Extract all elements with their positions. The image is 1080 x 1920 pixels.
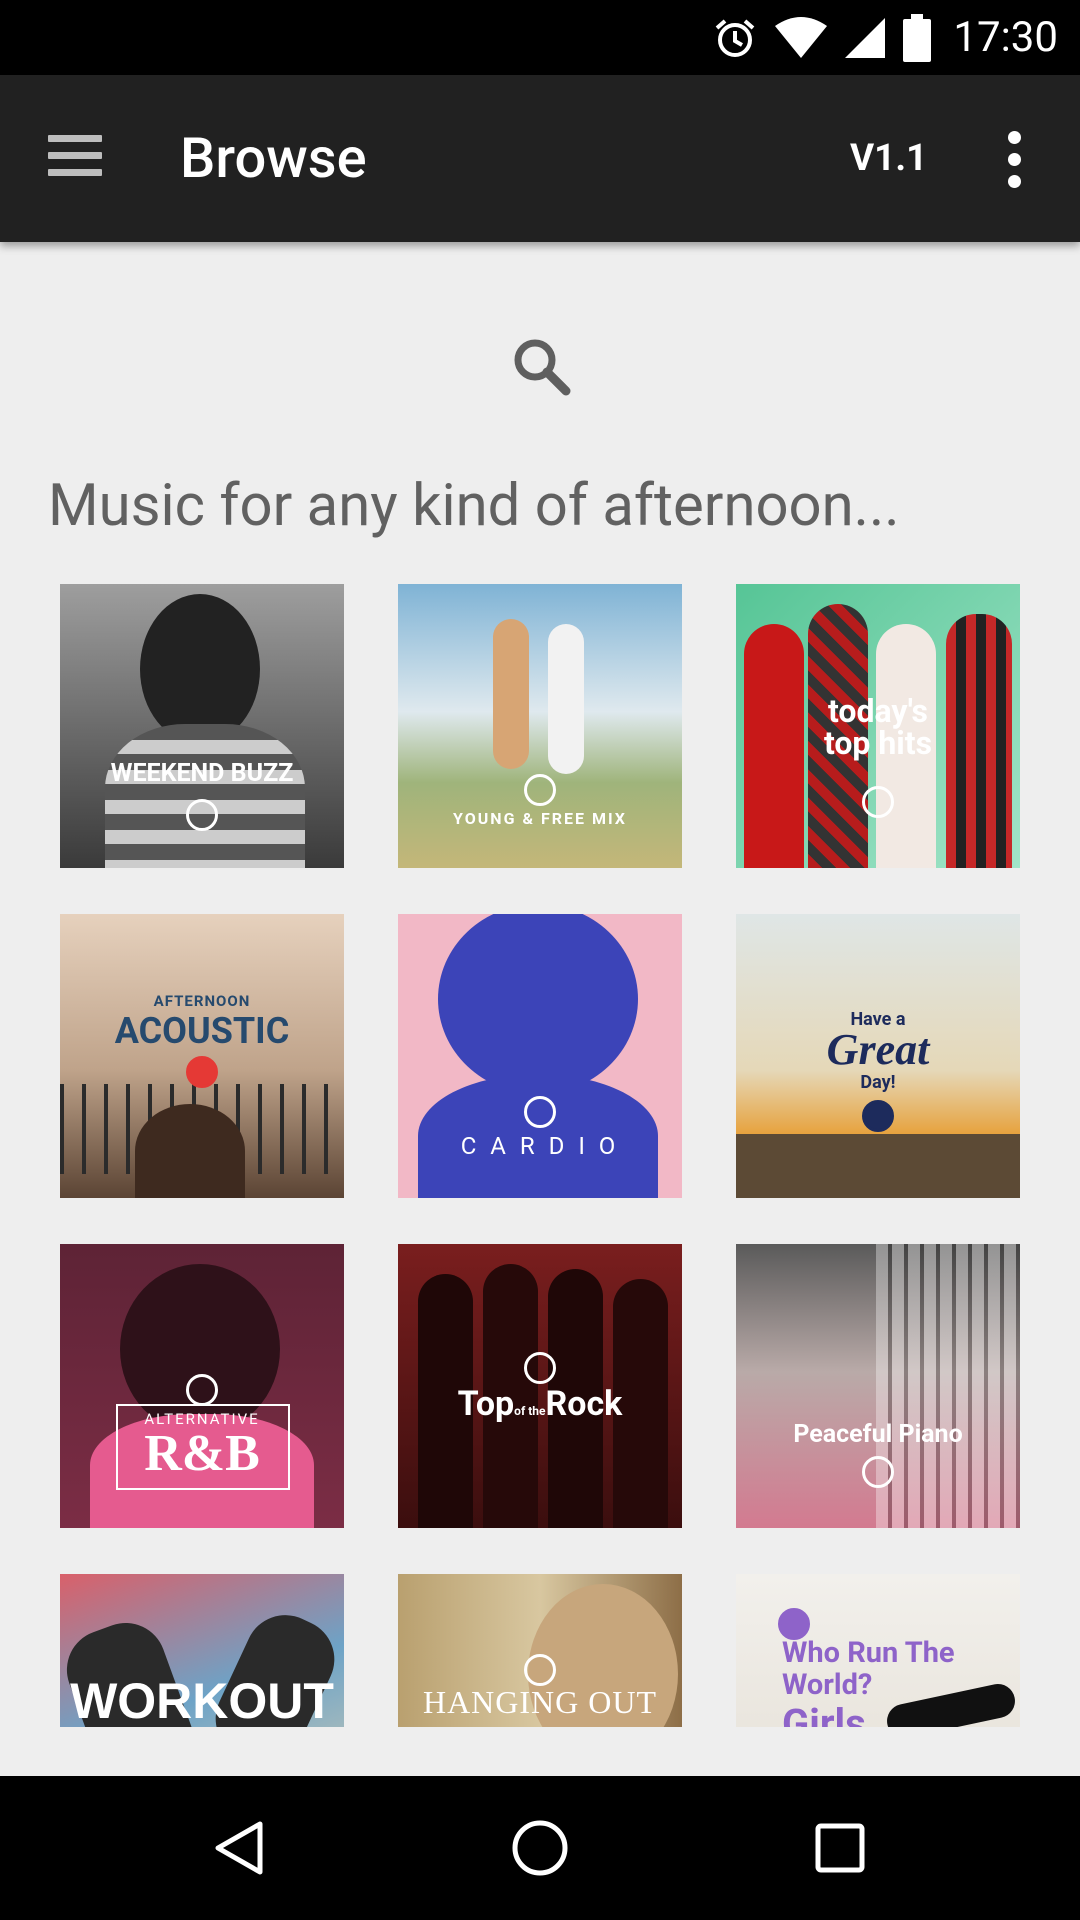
playlist-tile-afternoon-acoustic[interactable]: AFTERNOON ACOUSTIC xyxy=(60,914,344,1198)
playlist-title: Great xyxy=(826,1025,930,1074)
menu-icon[interactable] xyxy=(48,135,102,185)
page-title: Browse xyxy=(180,125,367,191)
playlist-tile-hanging-out[interactable]: HANGING OUT xyxy=(398,1574,682,1727)
playlist-title: YOUNG & FREE MIX xyxy=(453,809,627,828)
tile-artwork xyxy=(493,619,529,769)
home-circle-icon[interactable] xyxy=(508,1816,572,1880)
playlist-tile-top-of-the-rock[interactable]: Topof theRock xyxy=(398,1244,682,1528)
playlist-title: WORKOUT xyxy=(70,1673,334,1727)
section-heading: Music for any kind of afternoon... xyxy=(48,472,900,540)
playlist-tile-workout[interactable]: WORKOUT xyxy=(60,1574,344,1727)
spotify-logo-icon xyxy=(862,786,894,818)
playlist-tile-who-run-the-world[interactable]: Who Run The World? Girls xyxy=(736,1574,1020,1727)
playlist-title: HANGING OUT xyxy=(422,1684,658,1720)
playlist-title: top hits xyxy=(823,724,933,762)
tile-artwork xyxy=(736,1134,1020,1198)
playlist-tile-todays-top-hits[interactable]: today's top hits xyxy=(736,584,1020,868)
playlist-kicker: AFTERNOON xyxy=(153,992,251,1010)
tile-artwork xyxy=(876,1244,1020,1528)
playlist-tile-have-a-great-day[interactable]: Have a Great Day! xyxy=(736,914,1020,1198)
playlist-grid: WEEKEND BUZZ YOUNG & FREE MIX today's to… xyxy=(0,0,1080,1727)
playlist-line: Who Run The xyxy=(782,1636,955,1670)
playlist-title: Topof theRock xyxy=(398,1384,682,1424)
system-nav-bar xyxy=(0,1776,1080,1920)
playlist-title: R&B xyxy=(144,1425,260,1482)
more-vert-icon[interactable] xyxy=(1000,131,1028,191)
playlist-title: WEEKEND BUZZ xyxy=(110,759,294,788)
tile-artwork xyxy=(140,594,260,744)
playlist-title-prefix: Top xyxy=(457,1384,515,1424)
spotify-logo-icon xyxy=(862,1100,894,1132)
playlist-title: Girls xyxy=(782,1700,866,1727)
app-bar: Browse V1.1 xyxy=(0,75,1080,242)
playlist-title: C A R D I O xyxy=(460,1132,620,1160)
spotify-logo-icon xyxy=(524,1352,556,1384)
spotify-logo-icon xyxy=(186,1056,218,1088)
playlist-tile-weekend-buzz[interactable]: WEEKEND BUZZ xyxy=(60,584,344,868)
playlist-tile-young-free-mix[interactable]: YOUNG & FREE MIX xyxy=(398,584,682,868)
playlist-title-mid: of the xyxy=(514,1404,546,1418)
tile-artwork xyxy=(548,624,584,774)
playlist-tile-cardio[interactable]: C A R D I O xyxy=(398,914,682,1198)
tile-artwork xyxy=(105,724,305,868)
search-icon xyxy=(514,339,571,396)
search-button[interactable] xyxy=(510,335,574,399)
spotify-logo-icon xyxy=(186,1374,218,1406)
playlist-line: World? xyxy=(782,1668,873,1702)
playlist-title: ACOUSTIC xyxy=(114,1010,290,1052)
spotify-logo-icon xyxy=(524,774,556,806)
tile-artwork xyxy=(438,914,638,1094)
recents-square-icon[interactable] xyxy=(808,1816,872,1880)
spotify-logo-icon xyxy=(862,1456,894,1488)
back-triangle-icon[interactable] xyxy=(208,1816,272,1880)
spotify-logo-icon xyxy=(186,799,218,831)
spotify-logo-icon xyxy=(524,1096,556,1128)
tile-artwork xyxy=(883,1680,1019,1727)
version-label: V1.1 xyxy=(850,137,928,180)
playlist-line: Day! xyxy=(860,1072,896,1093)
playlist-title-suffix: Rock xyxy=(545,1384,623,1424)
tile-artwork xyxy=(135,1104,245,1198)
playlist-tile-alternative-rnb[interactable]: ALTERNATIVE R&B xyxy=(60,1244,344,1528)
spotify-logo-icon xyxy=(524,1654,556,1686)
playlist-tile-peaceful-piano[interactable]: Peaceful Piano xyxy=(736,1244,1020,1528)
playlist-title: Peaceful Piano xyxy=(793,1420,963,1449)
